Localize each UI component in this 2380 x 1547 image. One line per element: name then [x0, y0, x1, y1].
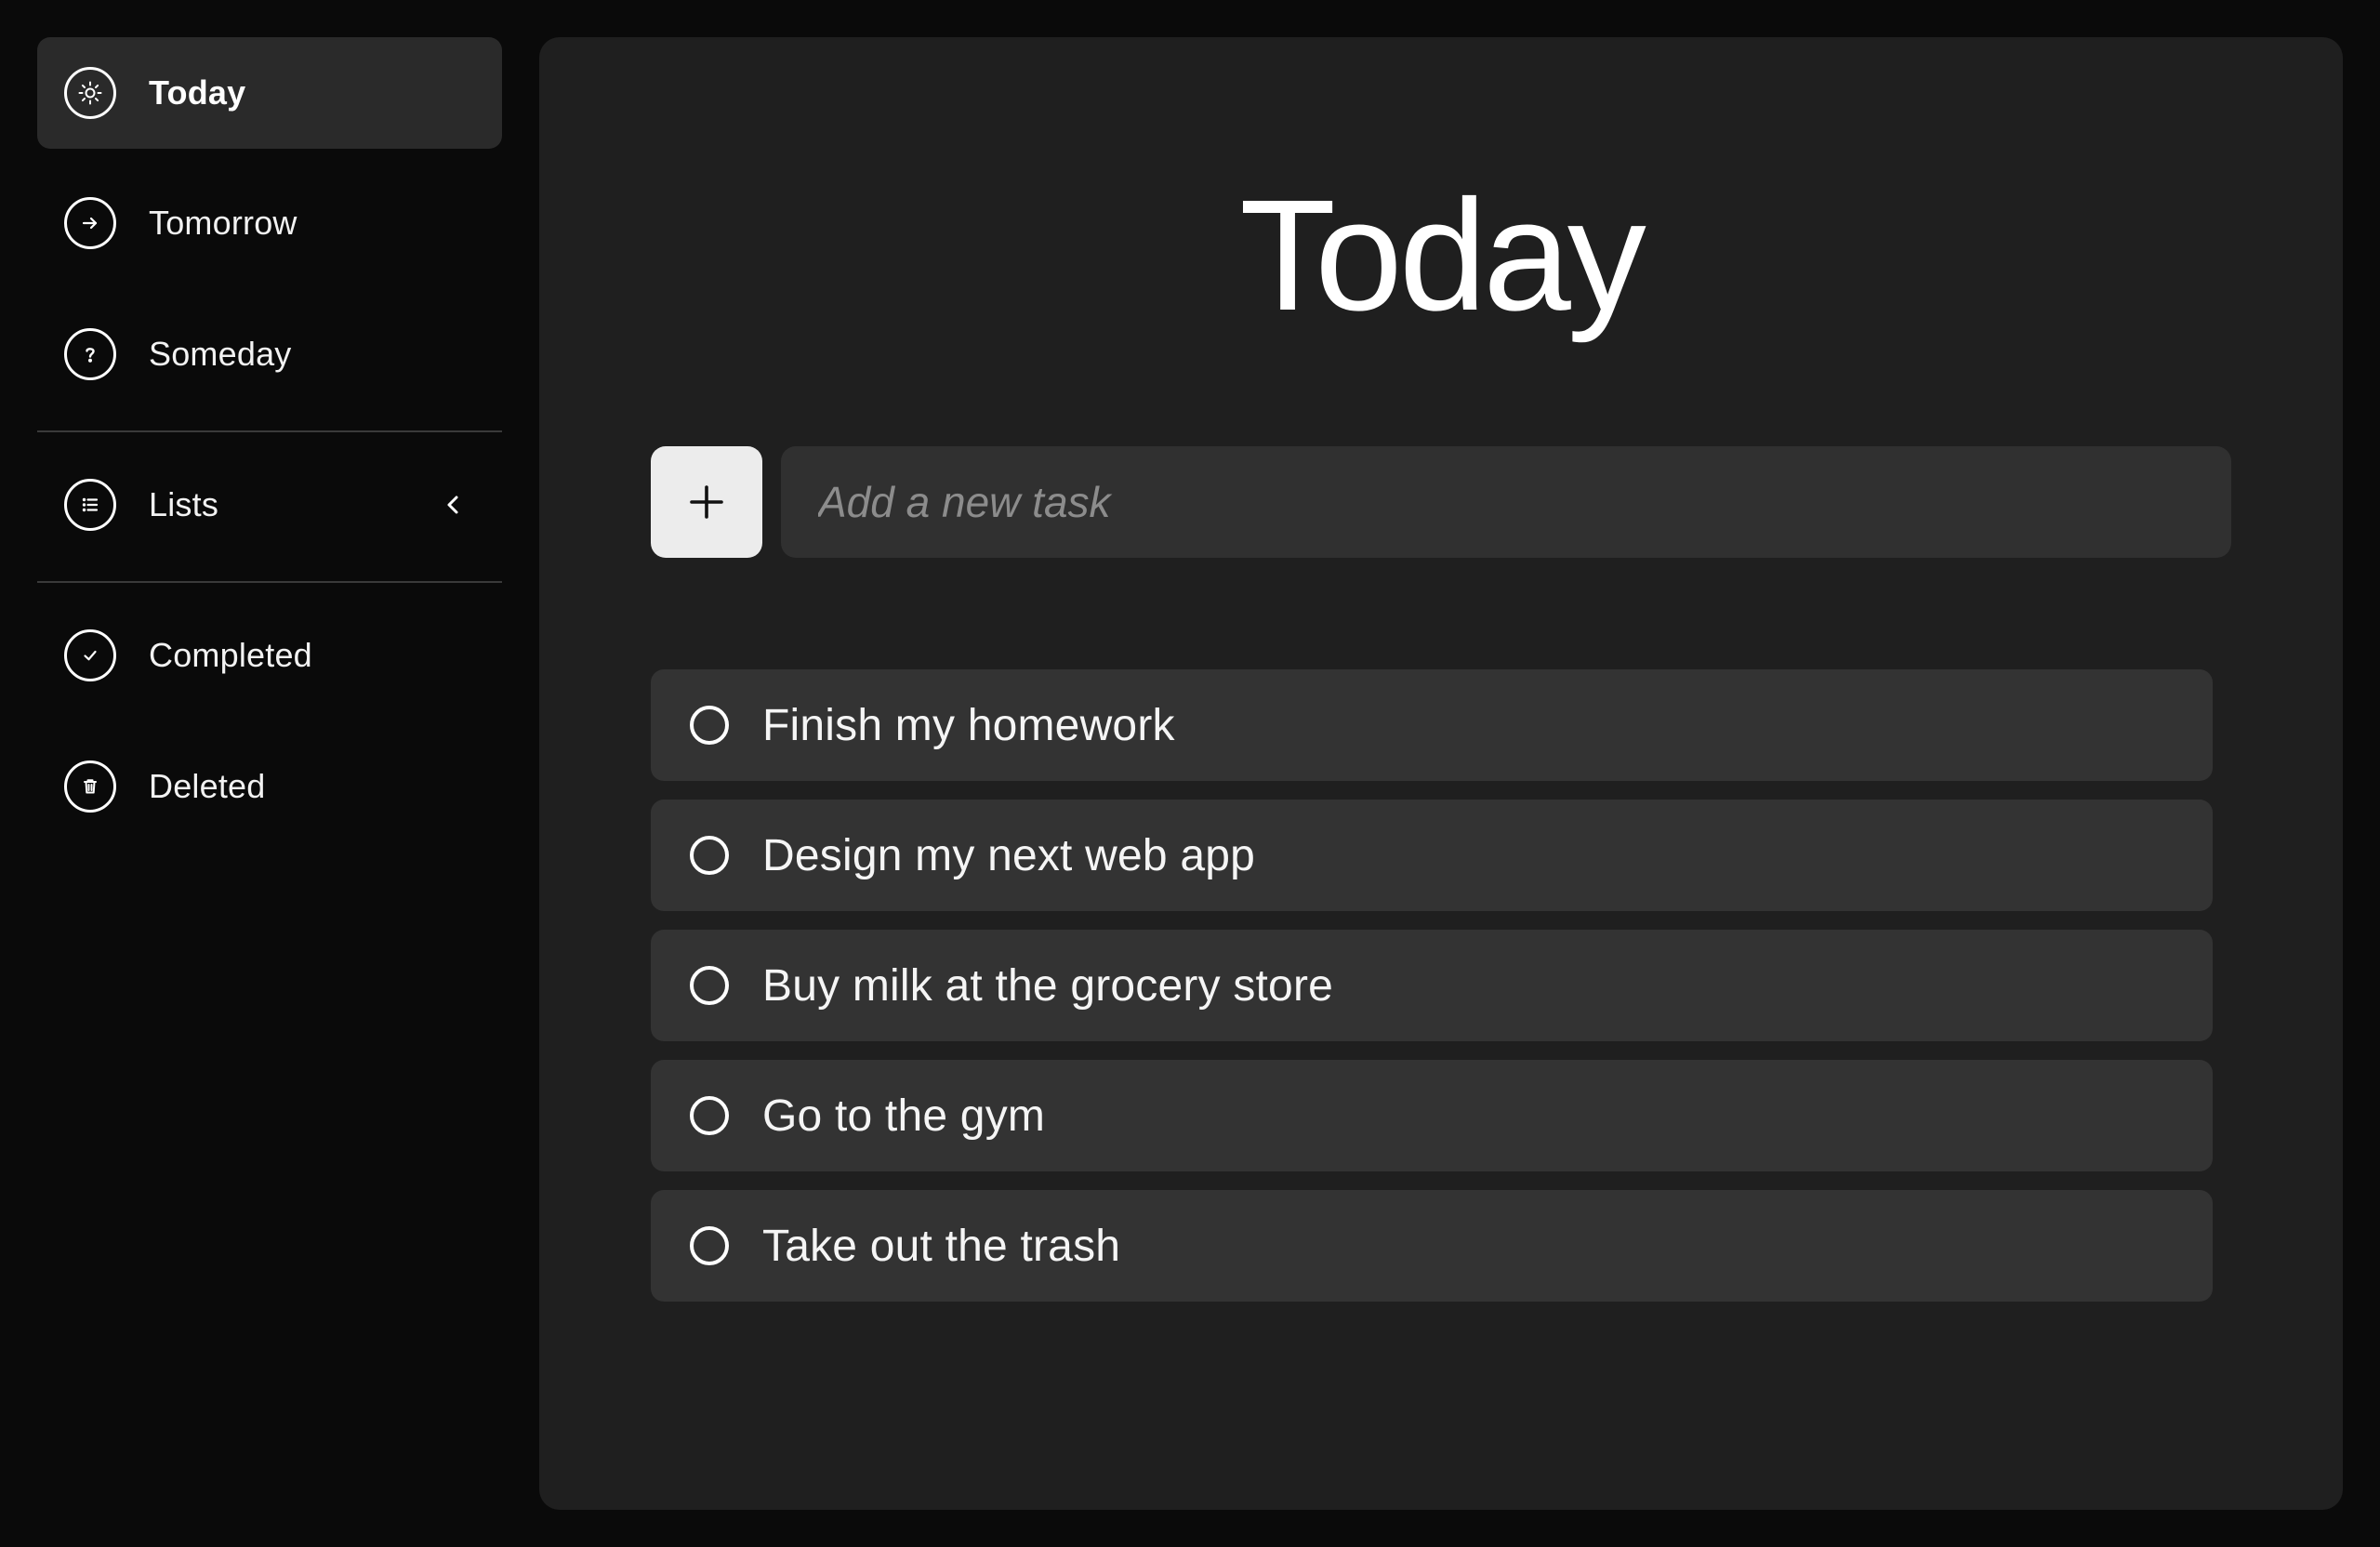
- sidebar-item-label: Lists: [149, 485, 219, 523]
- sidebar-item-label: Deleted: [149, 767, 266, 805]
- sun-icon: [64, 67, 116, 119]
- task-checkbox[interactable]: [690, 836, 729, 875]
- app-window: Today Tomorrow Someday Lists Completed D…: [0, 0, 2380, 1547]
- task-item[interactable]: Go to the gym: [651, 1060, 2213, 1171]
- task-checkbox[interactable]: [690, 1096, 729, 1135]
- main-panel: Today Finish my homework Design my next …: [539, 37, 2343, 1510]
- sidebar-item-lists[interactable]: Lists: [37, 449, 502, 561]
- check-icon: [64, 629, 116, 681]
- sidebar-item-someday[interactable]: Someday: [37, 298, 502, 410]
- sidebar-divider: [37, 430, 502, 432]
- sidebar-item-label: Completed: [149, 636, 312, 674]
- task-item[interactable]: Finish my homework: [651, 669, 2213, 781]
- sidebar-item-tomorrow[interactable]: Tomorrow: [37, 167, 502, 279]
- arrow-right-icon: [64, 197, 116, 249]
- sidebar-item-deleted[interactable]: Deleted: [37, 731, 502, 842]
- plus-icon: [690, 485, 723, 519]
- page-title: Today: [1239, 167, 1646, 344]
- task-item[interactable]: Buy milk at the grocery store: [651, 930, 2213, 1041]
- sidebar-item-today[interactable]: Today: [37, 37, 502, 149]
- task-item[interactable]: Design my next web app: [651, 800, 2213, 911]
- trash-icon: [64, 760, 116, 813]
- task-text: Finish my homework: [762, 700, 1175, 750]
- list-icon: [64, 479, 116, 531]
- sidebar-divider: [37, 581, 502, 583]
- add-task-button[interactable]: [651, 446, 762, 558]
- chevron-left-icon[interactable]: [439, 491, 467, 519]
- new-task-input[interactable]: [781, 446, 2231, 558]
- task-text: Buy milk at the grocery store: [762, 960, 1334, 1011]
- task-text: Take out the trash: [762, 1221, 1121, 1271]
- task-checkbox[interactable]: [690, 706, 729, 745]
- task-text: Go to the gym: [762, 1091, 1046, 1141]
- sidebar-item-completed[interactable]: Completed: [37, 600, 502, 711]
- task-checkbox[interactable]: [690, 966, 729, 1005]
- sidebar-item-label: Tomorrow: [149, 204, 298, 242]
- sidebar-item-label: Someday: [149, 335, 292, 373]
- task-checkbox[interactable]: [690, 1226, 729, 1265]
- sidebar-item-label: Today: [149, 73, 246, 112]
- task-text: Design my next web app: [762, 830, 1256, 880]
- task-item[interactable]: Take out the trash: [651, 1190, 2213, 1302]
- task-list: Finish my homework Design my next web ap…: [651, 669, 2213, 1320]
- question-icon: [64, 328, 116, 380]
